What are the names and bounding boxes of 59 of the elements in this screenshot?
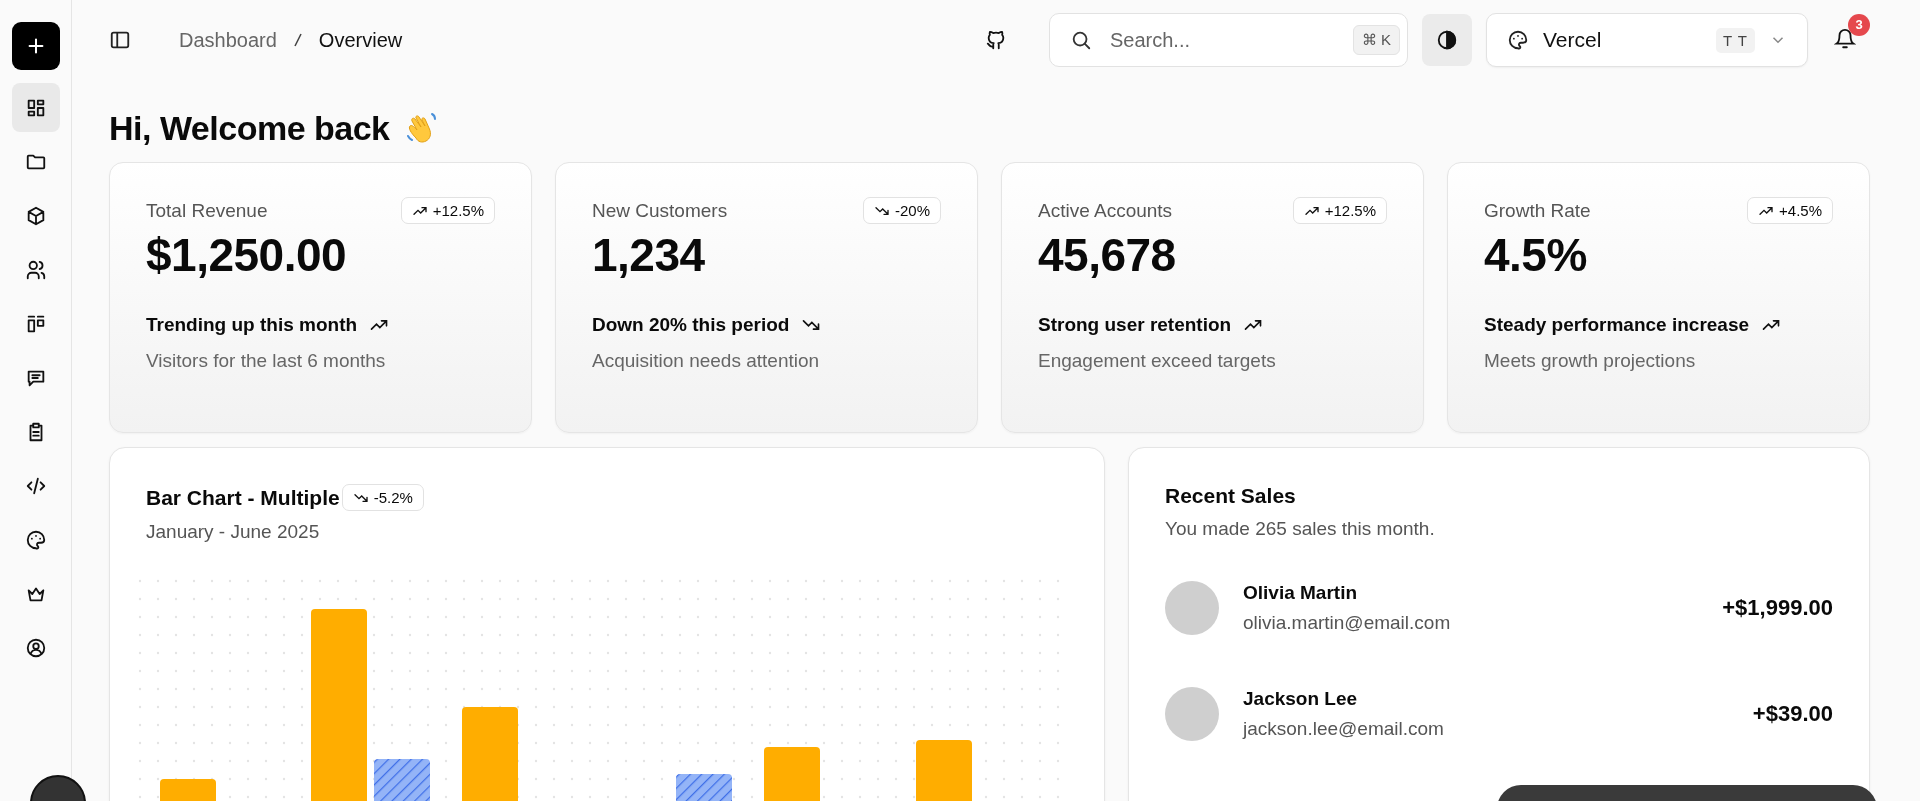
change-badge: +12.5% [1292,197,1387,224]
breadcrumb-link[interactable]: Dashboard [179,28,277,52]
card-title: Recent Sales [1165,484,1297,508]
stat-note: Meets growth projections [1484,350,1697,372]
stat-note: Visitors for the last 6 months [146,350,387,372]
stat-value: $1,250.00 [146,228,348,282]
customer-name: Jackson Lee [1243,688,1359,710]
search-field[interactable]: Search... ⌘ K [1049,13,1408,67]
breadcrumb-current: Overview [318,28,403,52]
bell-icon [1834,27,1856,50]
stat-label: New Customers [592,199,728,222]
nav-icon [24,528,47,551]
nav-icon [24,636,47,659]
palette-icon [1507,29,1529,51]
stat-label: Active Accounts [1038,199,1173,222]
stat-label: Total Revenue [146,199,268,222]
theme-select[interactable]: Vercel T T [1486,13,1808,67]
bar [764,747,820,801]
stat-value: 1,234 [592,228,706,282]
avatar [1165,581,1219,635]
change-badge: -5.2% [341,484,424,511]
customer-email: olivia.martin@email.com [1243,612,1452,634]
search-icon [1070,29,1092,51]
nav-icon [24,258,47,281]
customer-email: jackson.lee@email.com [1243,718,1445,740]
notifications-button[interactable]: 3 [1828,13,1870,59]
sale-amount: +$39.00 [1752,701,1833,727]
theme-toggle-button[interactable] [1422,14,1472,66]
stat-note: Engagement exceed targets [1038,350,1277,372]
bar [916,740,972,801]
stat-value: 45,678 [1038,228,1177,282]
card-title: Bar Chart - Multiple [146,485,340,510]
change-badge: +4.5% [1747,197,1833,224]
add-button[interactable] [11,22,60,70]
change-badge: +12.5% [400,197,495,224]
sidebar-item[interactable] [11,83,60,132]
contrast-icon [1436,29,1458,51]
sidebar-toggle-icon[interactable] [109,29,131,51]
change-badge: -20% [862,197,941,224]
bar [160,779,216,801]
stat-value: 4.5% [1484,228,1588,282]
notification-count: 3 [1848,13,1870,36]
search-input[interactable]: Search... [1108,27,1337,53]
bar [374,759,430,801]
card-subtitle: January - June 2025 [146,521,321,543]
stat-headline: Steady performance increase [1484,314,1750,336]
sale-amount: +$1,999.00 [1722,595,1833,621]
page-heading: Hi, Welcome back [109,108,390,148]
card-subtitle: You made 265 sales this month. [1165,518,1436,540]
github-icon[interactable] [985,29,1007,51]
avatar [1165,687,1219,741]
stat-headline: Down 20% this period [592,314,790,336]
stat-label: Growth Rate [1484,199,1591,222]
bar [676,774,732,801]
shortcut-hint: ⌘ K [1352,25,1400,55]
stat-headline: Strong user retention [1038,314,1232,336]
customer-name: Olivia Martin [1243,582,1359,604]
stat-note: Acquisition needs attention [592,350,821,372]
stat-headline: Trending up this month [146,314,358,336]
